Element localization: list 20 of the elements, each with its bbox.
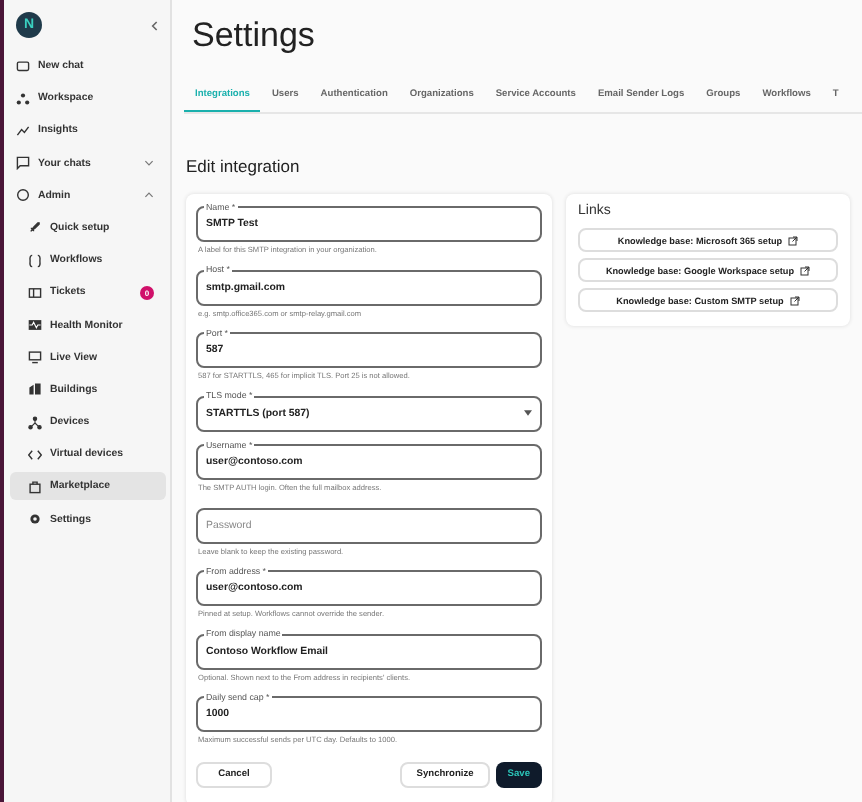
monitor-icon [28, 350, 42, 365]
chevron-down-icon [144, 160, 154, 167]
page-title: Settings [192, 16, 317, 58]
section-title: Edit integration [186, 156, 302, 176]
bag-icon [28, 479, 42, 494]
collapse-icon[interactable] [150, 19, 158, 31]
circle-icon [16, 188, 30, 203]
external-link-icon [789, 295, 800, 305]
nodes-icon [28, 415, 42, 430]
external-link-icon [800, 265, 811, 275]
external-link-icon [788, 235, 799, 245]
chart-icon [16, 123, 30, 138]
code-icon [28, 447, 42, 462]
building-icon [28, 382, 42, 397]
dropdown-icon [524, 410, 532, 416]
chevron-up-icon [144, 192, 154, 199]
message-icon [16, 156, 30, 171]
braces-icon [28, 253, 42, 268]
people-icon [16, 91, 30, 106]
pulse-icon [28, 318, 42, 332]
